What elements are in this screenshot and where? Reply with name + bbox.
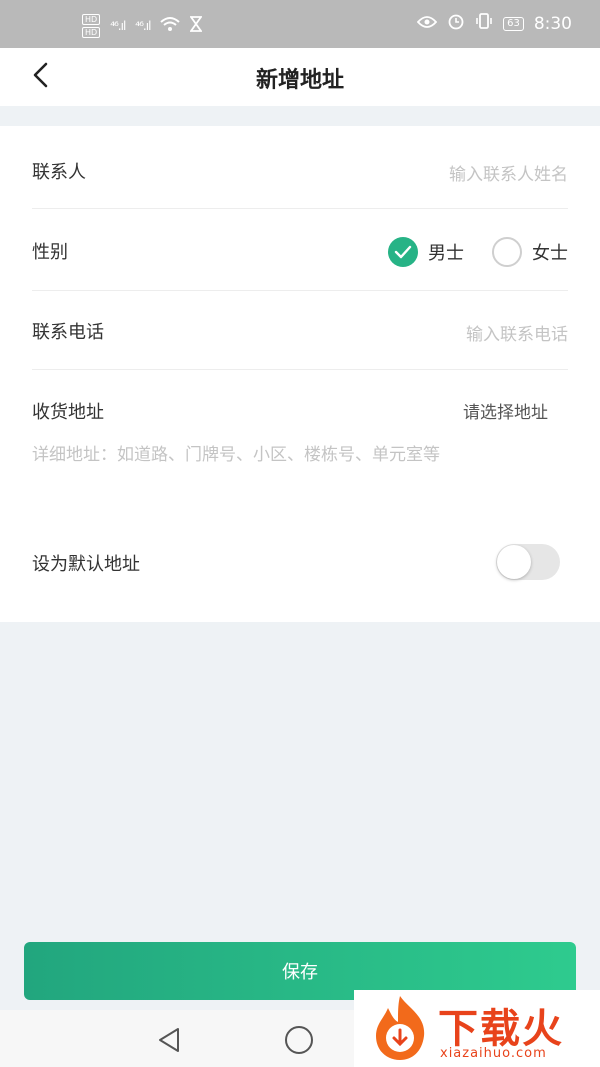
watermark: 下载火 xiazaihuo.com: [354, 990, 600, 1067]
gender-option-label: 男士: [428, 243, 464, 264]
address-label: 收货地址: [32, 402, 104, 423]
vibrate-icon: [475, 12, 493, 35]
toggle-knob: [497, 545, 531, 579]
contact-label: 联系人: [32, 162, 86, 183]
hd-badge: HD: [82, 27, 101, 38]
phone-input[interactable]: 输入联系电话: [466, 320, 568, 345]
default-address-label: 设为默认地址: [32, 554, 140, 575]
region-select[interactable]: 请选择地址: [463, 398, 548, 423]
radio-checked-icon: [388, 237, 418, 267]
radio-unchecked-icon: [492, 237, 522, 267]
wifi-icon: [160, 16, 181, 36]
watermark-url: xiazaihuo.com: [440, 1046, 547, 1061]
clock-time: 8:30: [533, 13, 572, 34]
triangle-back-icon: [159, 1028, 179, 1052]
default-address-toggle[interactable]: [496, 544, 560, 580]
address-detail-input[interactable]: [32, 440, 568, 470]
hourglass-icon: [189, 16, 204, 36]
system-back-button[interactable]: [156, 1026, 182, 1058]
hd-badges: HD HD: [82, 14, 101, 38]
signal-icon: ⁴⁶.ıl: [135, 19, 151, 33]
eye-icon: [416, 14, 438, 34]
contact-name-input[interactable]: 输入联系人姓名: [449, 160, 568, 185]
gender-radio-group: 男士 女士: [388, 237, 568, 267]
page-title: 新增地址: [255, 68, 344, 93]
status-left-icons: HD HD ⁴⁶.ıl ⁴⁶.ıl: [82, 14, 204, 38]
gender-option-female[interactable]: 女士: [492, 237, 568, 267]
nav-bar: 新增地址: [0, 48, 600, 106]
gender-option-label: 女士: [532, 243, 568, 264]
divider: [32, 208, 568, 209]
divider: [32, 290, 568, 291]
system-home-button[interactable]: [285, 1026, 313, 1054]
alarm-icon: [447, 12, 465, 35]
flame-logo-icon: [368, 994, 432, 1066]
status-right-icons: 63 8:30: [416, 12, 572, 35]
address-form: 联系人 输入联系人姓名 性别 男士 女士 联系电话 输入联系电话 收货地址 请选…: [0, 126, 600, 622]
hd-badge: HD: [82, 14, 101, 25]
battery-icon: 63: [503, 16, 524, 31]
phone-label: 联系电话: [32, 322, 104, 343]
signal-icon: ⁴⁶.ıl: [110, 19, 126, 33]
status-bar: HD HD ⁴⁶.ıl ⁴⁶.ıl 63 8:30: [0, 0, 600, 48]
gender-label: 性别: [32, 242, 68, 263]
divider: [32, 369, 568, 370]
gender-option-male[interactable]: 男士: [388, 237, 464, 267]
